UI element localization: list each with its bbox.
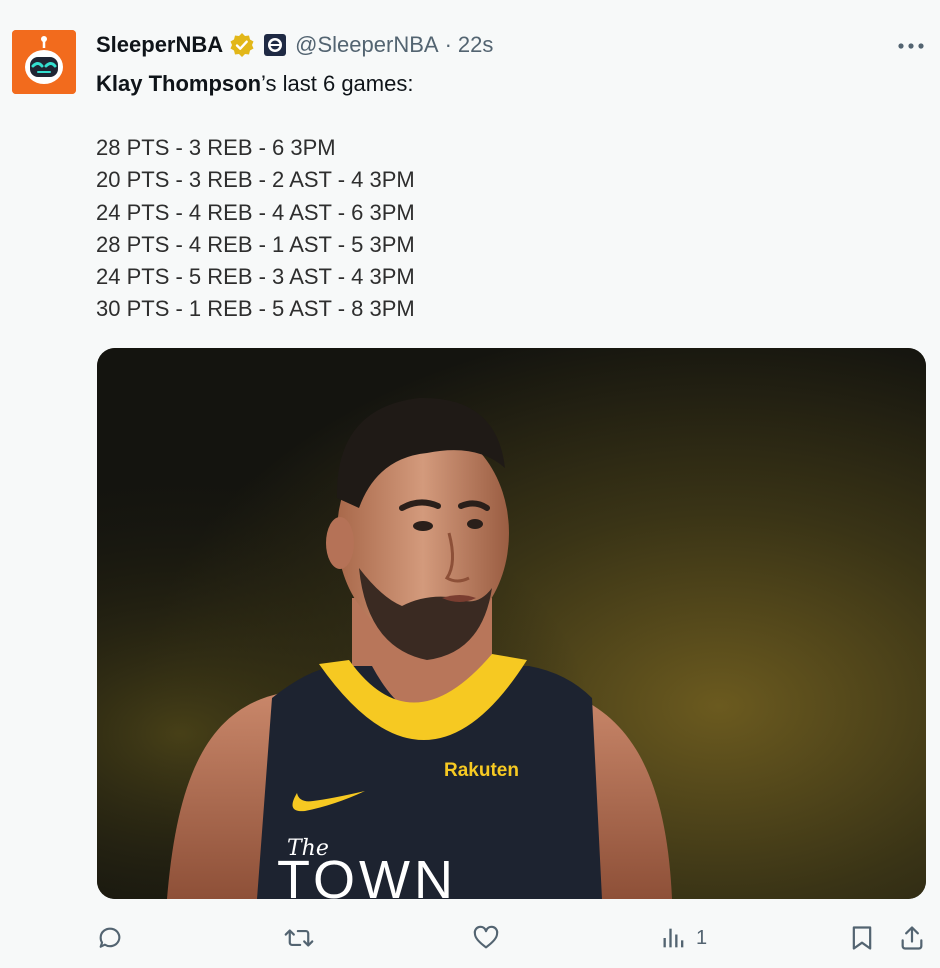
user-handle[interactable]: @SleeperNBA — [295, 32, 438, 58]
stat-line: 20 PTS - 3 REB - 2 AST - 4 3PM — [96, 167, 415, 193]
stat-line: 28 PTS - 3 REB - 6 3PM — [96, 135, 336, 161]
jersey-town-text: TOWN — [277, 850, 457, 899]
reply-button[interactable] — [96, 921, 124, 955]
reply-icon — [99, 927, 121, 948]
sleeper-robot-logo-icon — [12, 30, 76, 94]
intro-text: ’s last 6 games: — [261, 71, 414, 96]
jersey-sponsor-text: Rakuten — [444, 760, 519, 781]
bookmark-button[interactable] — [848, 921, 876, 955]
tweet-actions: 1 — [0, 915, 940, 961]
views-count: 1 — [696, 926, 708, 949]
like-button[interactable] — [472, 921, 500, 955]
retweet-icon — [284, 929, 314, 947]
verified-badge-icon[interactable] — [229, 32, 255, 58]
stat-line: 28 PTS - 4 REB - 1 AST - 5 3PM — [96, 231, 415, 257]
stat-line: 24 PTS - 4 REB - 4 AST - 6 3PM — [96, 199, 415, 225]
tweet-text: Klay Thompson’s last 6 games: 28 PTS - 3… — [96, 68, 916, 325]
bookmark-icon — [852, 926, 872, 950]
timestamp[interactable]: 22s — [458, 32, 493, 58]
intro-line: Klay Thompson’s last 6 games: — [96, 68, 916, 100]
display-name[interactable]: SleeperNBA — [96, 32, 223, 58]
views-button[interactable]: 1 — [660, 921, 707, 955]
tweet-card[interactable]: SleeperNBA @SleeperNBA · 22s Klay Thomps… — [0, 0, 940, 968]
affiliate-badge-icon[interactable] — [263, 33, 287, 57]
stat-lines: 28 PTS - 3 REB - 6 3PM 20 PTS - 3 REB - … — [96, 132, 916, 325]
tweet-photo[interactable]: Rakuten The TOWN — [97, 348, 926, 899]
retweet-button[interactable] — [284, 921, 314, 955]
share-button[interactable] — [898, 921, 926, 955]
tweet-header: SleeperNBA @SleeperNBA · 22s — [96, 30, 493, 60]
avatar[interactable] — [12, 30, 76, 94]
stat-line: 30 PTS - 1 REB - 5 AST - 8 3PM — [96, 296, 415, 322]
player-photo: Rakuten The TOWN — [97, 348, 926, 899]
stat-line: 24 PTS - 5 REB - 3 AST - 4 3PM — [96, 263, 415, 289]
separator-dot: · — [444, 32, 452, 57]
more-horizontal-icon — [898, 43, 924, 49]
analytics-icon — [663, 928, 684, 948]
more-options-button[interactable] — [895, 34, 927, 58]
mentioned-player: Klay Thompson — [96, 71, 262, 96]
share-icon — [901, 926, 923, 950]
heart-icon — [473, 925, 499, 949]
